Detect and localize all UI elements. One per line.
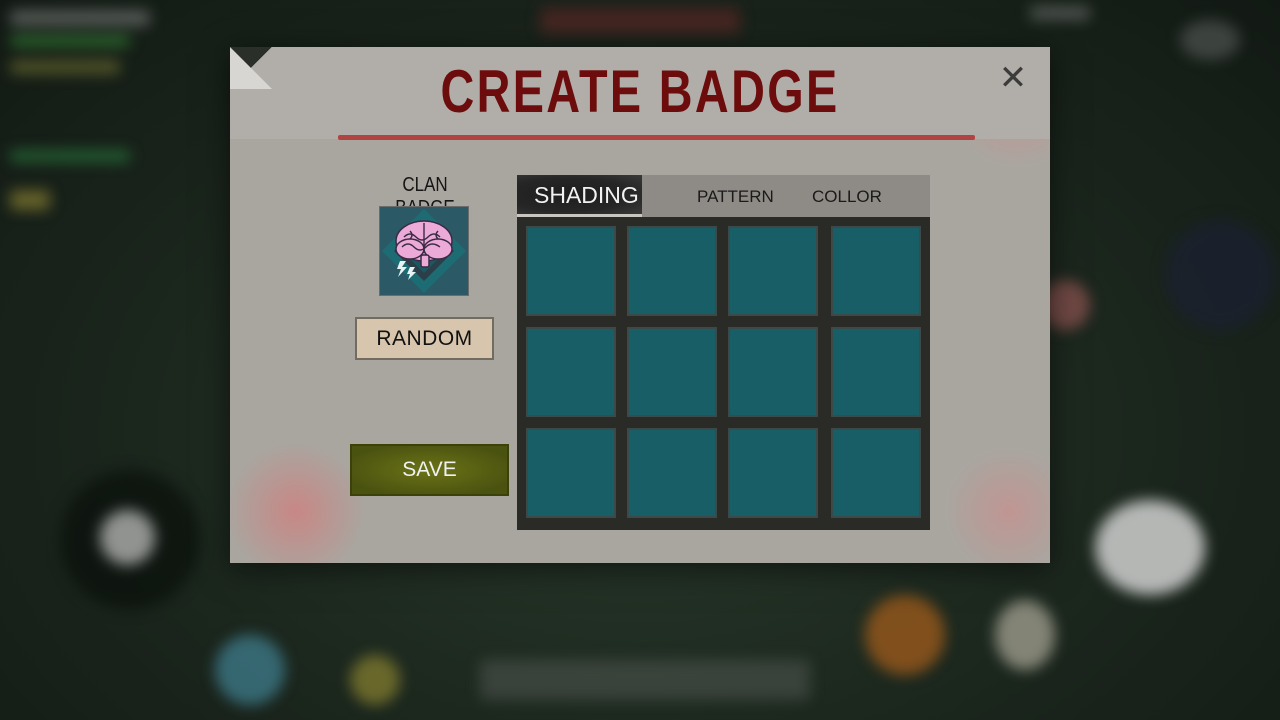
title-underline [338,135,975,140]
tab-pattern[interactable]: PATTERN [697,175,774,217]
brain-lightning-icon [380,207,468,295]
dialog-title: CREATE BADGE [440,58,840,125]
swatch-cell[interactable] [526,428,616,518]
save-button[interactable]: SAVE [350,444,509,496]
close-icon[interactable]: ✕ [996,61,1030,95]
badge-tabs: SHADING PATTERN COLLOR [517,175,930,217]
swatch-cell[interactable] [627,226,717,316]
swatch-cell[interactable] [526,226,616,316]
swatch-cell[interactable] [627,327,717,417]
clan-badge-preview [379,206,469,296]
swatch-grid [517,217,930,530]
swatch-cell[interactable] [831,226,921,316]
swatch-cell[interactable] [728,428,818,518]
swatch-cell[interactable] [831,428,921,518]
random-button[interactable]: RANDOM [355,317,494,360]
tab-shading[interactable]: SHADING [517,175,642,217]
create-badge-dialog: CREATE BADGE ✕ CLAN BADGE [230,47,1050,563]
swatch-cell[interactable] [728,226,818,316]
dialog-corner-fold [230,47,272,89]
swatch-cell[interactable] [627,428,717,518]
tab-collor[interactable]: COLLOR [812,175,882,217]
swatch-cell[interactable] [831,327,921,417]
swatch-cell[interactable] [526,327,616,417]
swatch-cell[interactable] [728,327,818,417]
